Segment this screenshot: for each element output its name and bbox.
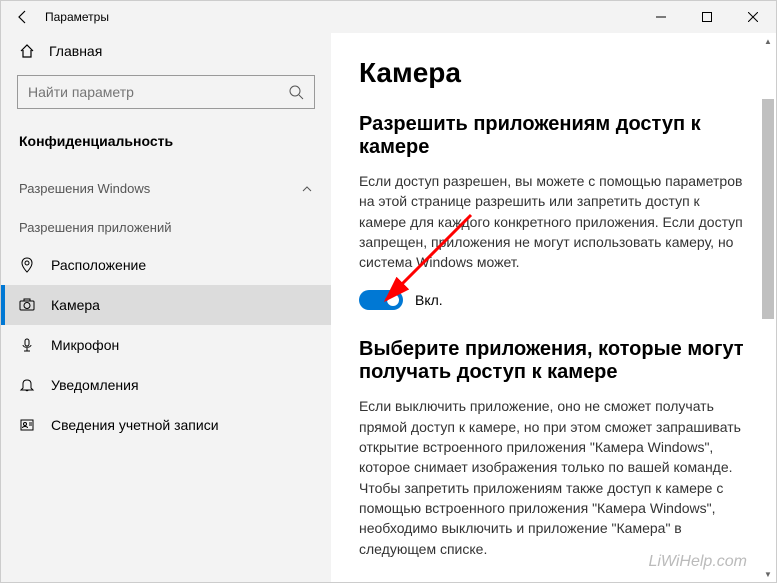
scroll-up-icon[interactable]: ▲ [760,33,776,49]
sidebar-item-label: Сведения учетной записи [51,417,219,433]
section-title: Конфиденциальность [1,123,331,167]
sidebar-item-camera[interactable]: Камера [1,285,331,325]
sidebar-item-account-info[interactable]: Сведения учетной записи [1,405,331,445]
back-button[interactable] [1,1,45,33]
section-heading-allow: Разрешить приложениям доступ к камере [359,113,748,159]
close-button[interactable] [730,1,776,33]
settings-window: Параметры Главная Конфиденциальность Раз… [0,0,777,583]
toggle-knob [387,294,399,306]
watermark: LiWiHelp.com [648,553,747,571]
search-box[interactable] [17,75,315,109]
section-heading-choose-apps: Выберите приложения, которые могут получ… [359,338,748,384]
sidebar-item-microphone[interactable]: Микрофон [1,325,331,365]
sidebar-item-location[interactable]: Расположение [1,245,331,285]
microphone-icon [19,337,35,353]
toggle-row-camera-access: Вкл. [359,290,748,310]
scroll-down-icon[interactable]: ▼ [760,566,776,582]
minimize-icon [656,12,666,22]
search-input[interactable] [28,84,288,100]
bell-icon [19,377,35,393]
sidebar-item-label: Камера [51,297,100,313]
chevron-up-icon [301,183,313,195]
camera-access-toggle[interactable] [359,290,403,310]
sidebar-item-label: Микрофон [51,337,119,353]
group-label: Разрешения приложений [19,220,171,235]
camera-icon [19,297,35,313]
scrollbar-thumb[interactable] [762,99,774,319]
home-link[interactable]: Главная [1,33,331,69]
section-desc-allow: Если доступ разрешен, вы можете с помощь… [359,171,748,272]
toggle-state-label: Вкл. [415,292,443,308]
maximize-button[interactable] [684,1,730,33]
content-scrollbar[interactable]: ▲ ▼ [760,33,776,582]
content-pane: Камера Разрешить приложениям доступ к ка… [331,33,776,582]
maximize-icon [702,12,712,22]
location-icon [19,257,35,273]
titlebar: Параметры [1,1,776,33]
account-icon [19,417,35,433]
section-desc-choose-apps: Если выключить приложение, оно не сможет… [359,396,748,558]
home-label: Главная [49,43,102,59]
minimize-button[interactable] [638,1,684,33]
arrow-left-icon [15,9,31,25]
sidebar-item-label: Уведомления [51,377,139,393]
group-app-permissions[interactable]: Разрешения приложений [1,206,331,245]
search-icon [288,84,304,100]
close-icon [748,12,758,22]
group-windows-permissions[interactable]: Разрешения Windows [1,167,331,206]
sidebar-item-notifications[interactable]: Уведомления [1,365,331,405]
group-label: Разрешения Windows [19,181,150,196]
sidebar: Главная Конфиденциальность Разрешения Wi… [1,33,331,582]
scrollbar-track[interactable] [760,49,776,566]
body: Главная Конфиденциальность Разрешения Wi… [1,33,776,582]
page-title: Камера [359,57,748,89]
sidebar-item-label: Расположение [51,257,146,273]
home-icon [19,43,35,59]
window-title: Параметры [45,10,109,24]
